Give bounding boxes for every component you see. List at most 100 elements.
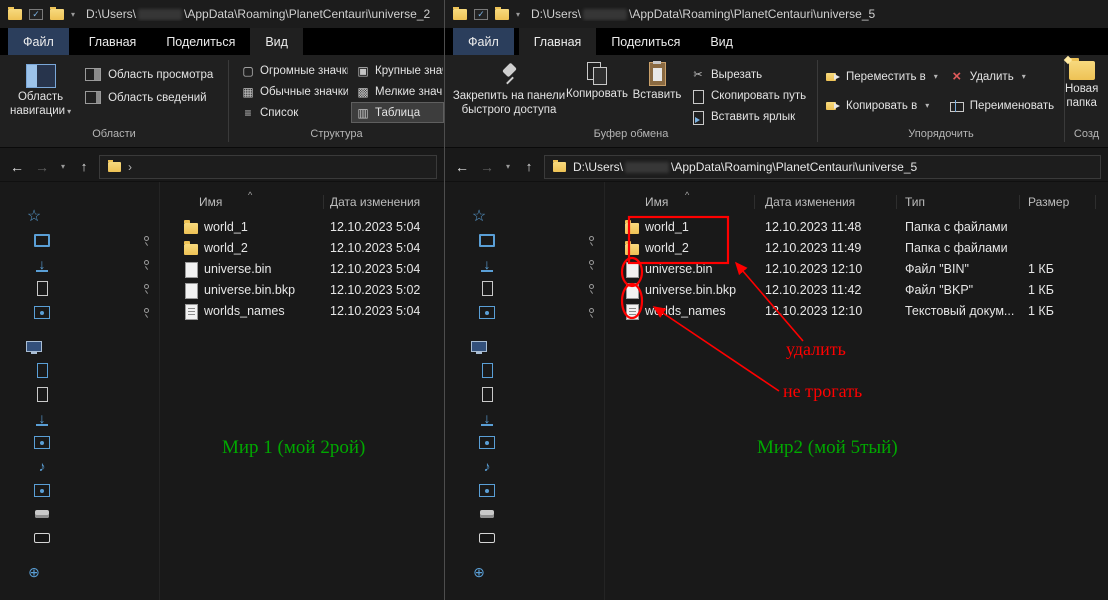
forward-button[interactable]: → [32, 159, 52, 175]
view-option-list[interactable]: ≡ Список [236, 102, 349, 123]
sidebar-item-pictures-folder[interactable] [0, 430, 159, 454]
file-row-universe.bin[interactable]: universe.bin 12.10.2023 5:04 [160, 258, 444, 279]
sidebar-item-videos[interactable] [0, 358, 159, 382]
sidebar-item-documents[interactable] [445, 276, 604, 300]
file-icon [625, 282, 639, 299]
tab-share[interactable]: Поделиться [151, 28, 250, 55]
sidebar-item-desktop[interactable] [445, 228, 604, 252]
delete-button[interactable]: × Удалить ▾ [950, 68, 1054, 85]
qat-new-folder-icon[interactable] [50, 6, 64, 20]
file-row-worlds_names[interactable]: worlds_names 12.10.2023 5:04 [160, 300, 444, 321]
pin-to-quick-access-button[interactable]: Закрепить на панели быстрого доступа [453, 58, 565, 126]
pin-icon [589, 308, 594, 313]
sidebar-item-network[interactable]: ⊕ [445, 560, 604, 584]
tab-file[interactable]: Файл [453, 28, 514, 55]
column-header-type[interactable]: Тип [897, 195, 1020, 209]
recent-locations-chevron-icon[interactable]: ▾ [57, 162, 69, 171]
copy-to-button[interactable]: Копировать в ▾ [826, 97, 938, 114]
file-row-world_2[interactable]: world_2 12.10.2023 11:49 Папка с файлами [605, 237, 1108, 258]
paste-shortcut-label: Вставить ярлык [711, 110, 796, 123]
sidebar-item-downloads-folder[interactable]: ↓ [445, 406, 604, 430]
column-header-name[interactable]: Имя [605, 195, 755, 209]
sidebar-item-local-disk-c[interactable] [445, 502, 604, 526]
paste-shortcut-button[interactable]: Вставить ярлык [691, 108, 806, 125]
sort-ascending-icon: ^ [248, 190, 253, 200]
sidebar-item-documents-folder[interactable] [0, 382, 159, 406]
tab-home[interactable]: Главная [74, 28, 152, 55]
view-option-large-icons[interactable]: ▣ Крупные знач [351, 60, 444, 81]
move-to-button[interactable]: Переместить в ▾ [826, 68, 938, 85]
rename-button[interactable]: Переименовать [949, 97, 1054, 114]
tab-file[interactable]: Файл [8, 28, 69, 55]
documents-folder-icon [33, 386, 51, 402]
file-row-world_1[interactable]: world_1 12.10.2023 5:04 [160, 216, 444, 237]
sidebar-item-local-disk-d[interactable] [445, 526, 604, 550]
tab-view[interactable]: Вид [695, 28, 748, 55]
tab-home[interactable]: Главная [518, 28, 597, 55]
back-button[interactable]: ← [452, 159, 472, 175]
sidebar-item-pictures[interactable] [0, 300, 159, 324]
qat-properties-icon[interactable]: ✓ [474, 8, 488, 20]
address-bar[interactable]: › [99, 154, 437, 179]
copy-button[interactable]: Копировать [565, 58, 629, 126]
column-header-date-modified[interactable]: Дата изменения [324, 195, 444, 209]
file-row-worlds_names[interactable]: worlds_names 12.10.2023 12:10 Текстовый до… [605, 300, 1108, 321]
file-row-world_2[interactable]: world_2 12.10.2023 5:04 [160, 237, 444, 258]
qat-properties-icon[interactable]: ✓ [29, 8, 43, 20]
sidebar-item-objects-3d[interactable] [0, 478, 159, 502]
new-folder-button[interactable]: Новая папка [1065, 55, 1098, 126]
column-header-size[interactable]: Размер [1020, 195, 1096, 209]
tab-view[interactable]: Вид [250, 28, 303, 55]
sidebar-item-music[interactable]: ♪ [0, 454, 159, 478]
file-row-universe.bin[interactable]: universe.bin 12.10.2023 12:10 Файл "BIN" 1 … [605, 258, 1108, 279]
ribbon-group-new: Новая папка Созд [1065, 55, 1108, 147]
navigation-bar: ← → ▾ ↑ D:\Users\ \AppData\Roaming\Planet… [445, 152, 1108, 182]
column-header-date-modified[interactable]: Дата изменения [755, 195, 897, 209]
preview-pane-toggle[interactable]: Область просмотра [85, 68, 213, 81]
file-row-universe.bin.bkp[interactable]: universe.bin.bkp 12.10.2023 5:02 [160, 279, 444, 300]
sidebar-item-videos[interactable] [445, 358, 604, 382]
qat-new-folder-icon[interactable] [495, 6, 509, 20]
up-button[interactable]: ↑ [74, 159, 94, 174]
sidebar-item-desktop[interactable] [0, 228, 159, 252]
pin-label-line1: Закрепить на панели [452, 90, 566, 102]
sidebar-item-downloads[interactable]: ↓ [0, 252, 159, 276]
sidebar-item-this-pc[interactable] [0, 334, 159, 358]
sidebar-item-local-disk-d[interactable] [0, 526, 159, 550]
sidebar-item-documents[interactable] [0, 276, 159, 300]
recent-locations-chevron-icon[interactable]: ▾ [502, 162, 514, 171]
explorer-app-icon [8, 6, 22, 20]
sidebar-item-quick-access[interactable]: ☆ [0, 204, 159, 228]
tab-share[interactable]: Поделиться [596, 28, 695, 55]
qat-customize-chevron-icon[interactable]: ▾ [71, 10, 75, 19]
file-row-world_1[interactable]: world_1 12.10.2023 11:48 Папка с файлами [605, 216, 1108, 237]
copy-path-button[interactable]: Скопировать путь [691, 87, 806, 104]
column-header-name[interactable]: Имя [160, 195, 324, 209]
sidebar-item-documents-folder[interactable] [445, 382, 604, 406]
details-pane-toggle[interactable]: Область сведений [85, 91, 213, 104]
sidebar-item-downloads-folder[interactable]: ↓ [0, 406, 159, 430]
sidebar-item-music[interactable]: ♪ [445, 454, 604, 478]
music-icon: ♪ [38, 458, 46, 474]
view-option-medium-icons[interactable]: ▦ Обычные значки [236, 81, 349, 102]
paste-button[interactable]: Вставить [629, 58, 685, 126]
sidebar-item-network[interactable]: ⊕ [0, 560, 159, 584]
sidebar-item-this-pc[interactable] [445, 334, 604, 358]
address-bar[interactable]: D:\Users\ \AppData\Roaming\PlanetCentauri… [544, 154, 1101, 179]
sidebar-item-pictures[interactable] [445, 300, 604, 324]
cut-button[interactable]: ✂ Вырезать [691, 66, 806, 83]
forward-button[interactable]: → [477, 159, 497, 175]
back-button[interactable]: ← [7, 159, 27, 175]
qat-customize-chevron-icon[interactable]: ▾ [516, 10, 520, 19]
sidebar-item-local-disk-c[interactable] [0, 502, 159, 526]
view-option-small-icons[interactable]: ▩ Мелкие знач [351, 81, 444, 102]
up-button[interactable]: ↑ [519, 159, 539, 174]
sidebar-item-objects-3d[interactable] [445, 478, 604, 502]
sidebar-item-pictures-folder[interactable] [445, 430, 604, 454]
file-row-universe.bin.bkp[interactable]: universe.bin.bkp 12.10.2023 11:42 Файл "BK… [605, 279, 1108, 300]
sidebar-item-quick-access[interactable]: ☆ [445, 204, 604, 228]
view-option-extra-large-icons[interactable]: ▢ Огромные значки [236, 60, 349, 81]
view-option-details[interactable]: ▥ Таблица [351, 102, 444, 123]
sidebar-item-downloads[interactable]: ↓ [445, 252, 604, 276]
navigation-pane-button[interactable]: Область навигации ▾ [10, 59, 71, 126]
